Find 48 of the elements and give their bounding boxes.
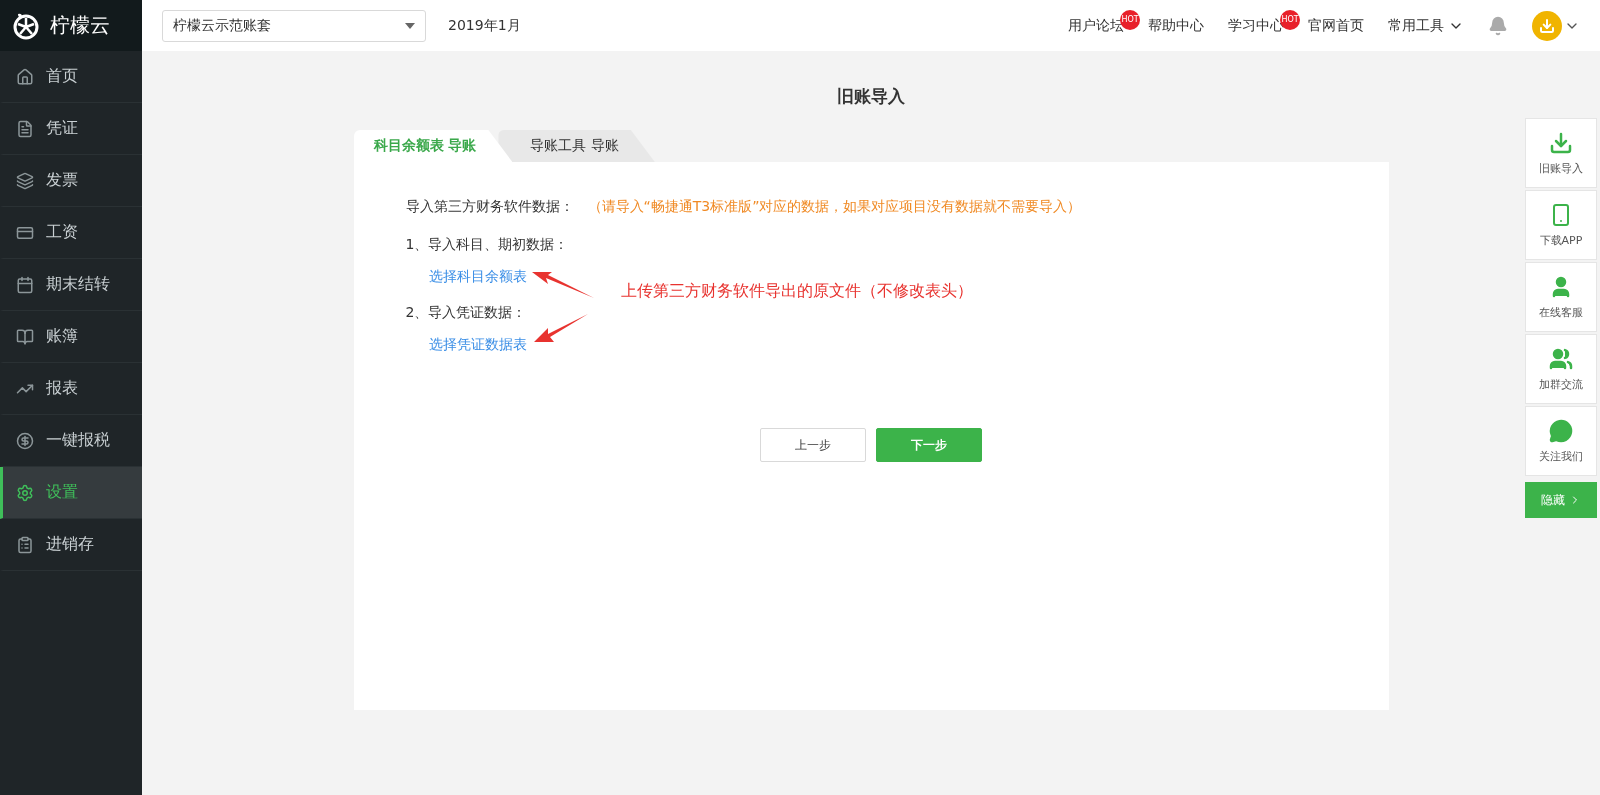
side-tool-button[interactable]: 加群交流 [1525, 334, 1597, 404]
logo-text: 柠檬云 [50, 12, 110, 39]
dollar-icon [16, 431, 34, 450]
period-text: 2019年1月 [448, 16, 521, 35]
sidebar-label: 发票 [46, 170, 78, 191]
people-icon [1549, 346, 1573, 371]
sidebar-label: 进销存 [46, 534, 94, 555]
step-title: 2、导入凭证数据： [405, 304, 528, 322]
nav-link[interactable]: 常用工具 [1388, 16, 1464, 35]
layers-icon [16, 171, 34, 190]
side-tool-button[interactable]: 旧账导入 [1525, 118, 1597, 188]
sidebar-item[interactable]: 设置 [0, 467, 142, 519]
side-tool-button[interactable]: 关注我们 [1525, 406, 1597, 476]
settings-icon [16, 483, 34, 502]
lemon-logo-icon [12, 11, 40, 40]
download-icon [1539, 17, 1555, 34]
tab[interactable]: 导账工具 导账 [498, 130, 655, 162]
document-icon [16, 119, 34, 138]
sidebar-label: 凭证 [46, 118, 78, 139]
step-title: 1、导入科目、期初数据： [405, 236, 570, 254]
home-icon [16, 67, 34, 86]
caret-icon [405, 22, 415, 29]
intro-hint: （请导入“畅捷通T3标准版”对应的数据，如果对应项目没有数据就不需要导入） [587, 198, 1082, 216]
download-icon [1549, 130, 1573, 155]
sidebar-label: 一键报税 [46, 430, 110, 451]
annotation-text: 上传第三方财务软件导出的原文件（不修改表头） [620, 281, 973, 302]
calendar-icon [16, 275, 34, 294]
sidebar-label: 设置 [46, 482, 78, 503]
nav-link[interactable]: 官网首页 [1308, 16, 1364, 35]
file-link[interactable]: 选择科目余额表 [428, 268, 527, 286]
file-link[interactable]: 选择凭证数据表 [428, 336, 527, 354]
sidebar-label: 期末结转 [46, 274, 110, 295]
sidebar-label: 首页 [46, 66, 78, 87]
side-tool-button[interactable]: 下载APP [1525, 190, 1597, 260]
chat-icon [1549, 418, 1573, 443]
select-value: 柠檬云示范账套 [173, 16, 271, 35]
side-tool-button[interactable]: 在线客服 [1525, 262, 1597, 332]
bell-icon[interactable] [1488, 15, 1508, 36]
page-title: 旧账导入 [837, 85, 905, 108]
intro-label: 导入第三方财务软件数据： [405, 198, 574, 216]
sidebar-label: 报表 [46, 378, 78, 399]
clipboard-icon [16, 535, 34, 554]
nav-link[interactable]: 帮助中心 [1148, 16, 1204, 35]
book-icon [16, 327, 34, 346]
sidebar-label: 账簿 [46, 326, 78, 347]
back-button[interactable]: 上一步 [760, 428, 866, 462]
sidebar-label: 工资 [46, 222, 78, 243]
account-select[interactable]: 柠檬云示范账套 [162, 9, 426, 42]
